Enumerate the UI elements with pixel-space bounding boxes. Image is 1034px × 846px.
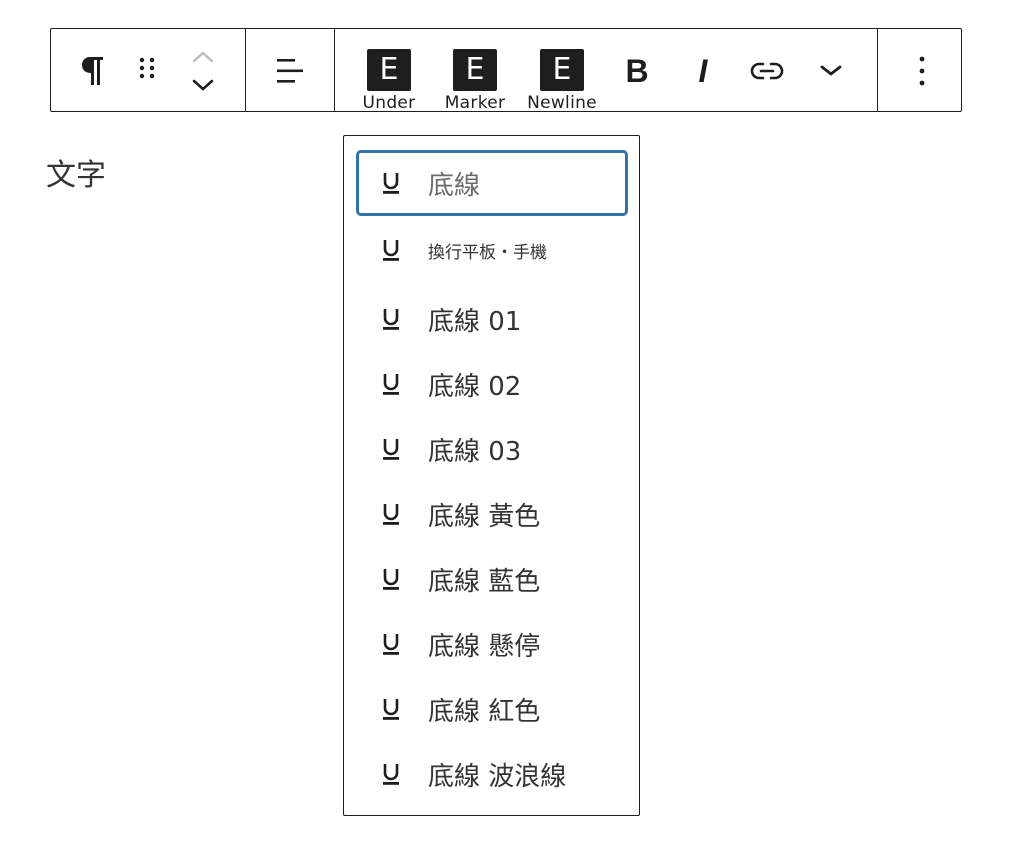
menu-item-label: 底線 黃色 bbox=[428, 501, 541, 532]
menu-item-label: 底線 波浪線 bbox=[428, 761, 567, 792]
underline-icon bbox=[383, 240, 399, 261]
underline-icon bbox=[383, 504, 399, 525]
marker-style-label: Marker bbox=[444, 93, 506, 113]
paragraph-block[interactable]: 文字 bbox=[46, 150, 106, 194]
options-button[interactable] bbox=[900, 49, 944, 93]
block-toolbar: E Under E Marker E Newline B I bbox=[50, 28, 962, 113]
menu-item-underline-02[interactable]: 底線 02 bbox=[356, 351, 628, 417]
align-group bbox=[245, 29, 334, 111]
menu-item-label: 底線 02 bbox=[428, 371, 522, 402]
menu-item-underline-01[interactable]: 底線 01 bbox=[356, 286, 628, 352]
link-button[interactable] bbox=[745, 49, 789, 93]
underline-icon bbox=[383, 569, 399, 590]
menu-item-label: 底線 懸停 bbox=[428, 631, 541, 662]
chevron-down-icon bbox=[192, 79, 214, 91]
block-type-button[interactable] bbox=[73, 49, 113, 93]
underline-icon bbox=[383, 699, 399, 720]
block-controls-group bbox=[51, 29, 245, 111]
underline-icon bbox=[383, 173, 399, 194]
menu-item-label: 底線 03 bbox=[428, 436, 522, 467]
menu-item-underline-blue[interactable]: 底線 藍色 bbox=[356, 546, 628, 612]
menu-item-underline-03[interactable]: 底線 03 bbox=[356, 416, 628, 482]
drag-handle-icon bbox=[139, 57, 155, 79]
underline-icon bbox=[383, 374, 399, 395]
underline-icon bbox=[383, 439, 399, 460]
underline-icon bbox=[383, 764, 399, 785]
underline-style-dropdown: 底線 換行平板・手機 底線 01 底線 02 底線 03 底線 黃色 底線 藍色… bbox=[343, 135, 640, 816]
marker-style-button[interactable]: E Marker bbox=[430, 49, 520, 113]
drag-handle-button[interactable] bbox=[129, 49, 165, 93]
chevron-down-icon bbox=[820, 65, 842, 76]
menu-item-underline-wavy[interactable]: 底線 波浪線 bbox=[356, 741, 628, 807]
under-style-label: Under bbox=[362, 93, 416, 113]
menu-item-underline-hover[interactable]: 底線 懸停 bbox=[356, 611, 628, 677]
chevron-up-icon bbox=[192, 51, 214, 63]
align-left-icon bbox=[277, 59, 303, 83]
underline-icon bbox=[383, 634, 399, 655]
format-group: E Under E Marker E Newline B I bbox=[334, 29, 877, 113]
menu-item-label: 換行平板・手機 bbox=[428, 242, 547, 263]
menu-item-label: 底線 01 bbox=[428, 306, 522, 337]
menu-item-label: 底線 紅色 bbox=[428, 696, 541, 727]
pilcrow-icon bbox=[82, 57, 103, 85]
bold-button[interactable]: B bbox=[615, 49, 659, 93]
menu-item-underline-yellow[interactable]: 底線 黃色 bbox=[356, 481, 628, 547]
newline-style-button[interactable]: E Newline bbox=[517, 49, 607, 113]
move-up-button[interactable] bbox=[187, 45, 219, 69]
move-down-button[interactable] bbox=[187, 73, 219, 97]
underline-icon bbox=[383, 309, 399, 330]
marker-style-icon: E bbox=[453, 49, 497, 91]
italic-button[interactable]: I bbox=[681, 49, 725, 93]
align-button[interactable] bbox=[268, 49, 312, 93]
options-group bbox=[877, 29, 961, 111]
link-icon bbox=[750, 62, 784, 80]
under-style-icon: E bbox=[367, 49, 411, 91]
more-formats-button[interactable] bbox=[809, 49, 853, 93]
more-vertical-icon bbox=[919, 56, 925, 86]
newline-style-icon: E bbox=[540, 49, 584, 91]
menu-item-label: 底線 藍色 bbox=[428, 566, 541, 597]
menu-item-underline[interactable]: 底線 bbox=[356, 150, 628, 216]
menu-item-newline-tablet-mobile[interactable]: 換行平板・手機 bbox=[356, 217, 628, 283]
newline-style-label: Newline bbox=[527, 93, 597, 113]
menu-item-label: 底線 bbox=[428, 170, 481, 201]
menu-item-underline-red[interactable]: 底線 紅色 bbox=[356, 676, 628, 742]
under-style-button[interactable]: E Under bbox=[344, 49, 434, 113]
